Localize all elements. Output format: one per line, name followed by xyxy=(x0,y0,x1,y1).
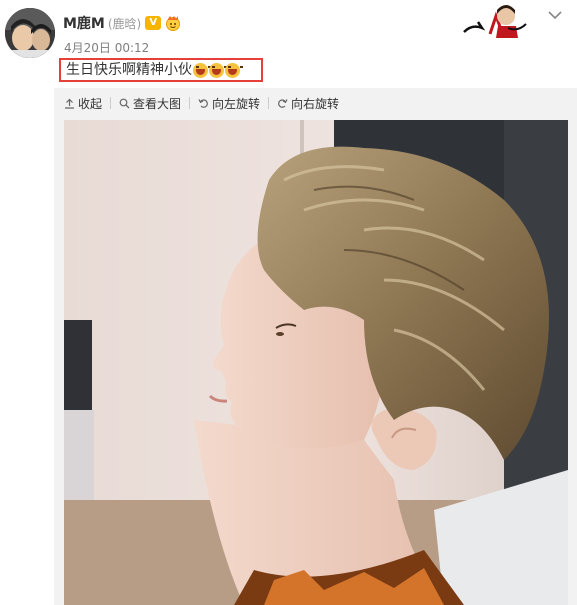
media-panel: 收起 查看大图 向左旋转 向右旋转 xyxy=(54,88,577,605)
chevron-down-icon[interactable] xyxy=(548,10,562,20)
rotate-right-icon xyxy=(278,98,288,108)
rotate-left-icon xyxy=(198,98,208,108)
post-text-content: 生日快乐啊精神小伙 xyxy=(66,62,192,78)
rotate-left-button[interactable]: 向左旋转 xyxy=(198,95,260,112)
verified-badge-icon[interactable]: V xyxy=(145,16,162,30)
user-remark: (鹿晗) xyxy=(107,16,142,31)
view-large-button[interactable]: 查看大图 xyxy=(119,95,181,112)
avatar[interactable] xyxy=(5,8,55,58)
collapse-button[interactable]: 收起 xyxy=(64,95,102,112)
username-link[interactable]: M鹿M xyxy=(63,13,105,33)
rotate-right-label: 向右旋转 xyxy=(291,96,340,111)
rotate-right-button[interactable]: 向右旋转 xyxy=(277,95,339,112)
media-toolbar: 收起 查看大图 向左旋转 向右旋转 xyxy=(64,95,347,111)
laughing-emoji-icon xyxy=(225,62,243,78)
post-text-highlighted: 生日快乐啊精神小伙 xyxy=(59,58,263,82)
post-timestamp[interactable]: 4月20日 00:12 xyxy=(64,39,149,56)
toolbar-divider xyxy=(268,97,270,109)
brand-logo-icon xyxy=(463,5,527,38)
toolbar-divider xyxy=(110,97,112,109)
fan-badge-icon[interactable] xyxy=(164,15,182,31)
rotate-left-label: 向左旋转 xyxy=(212,96,261,111)
post-photo[interactable] xyxy=(64,120,568,605)
collapse-label: 收起 xyxy=(78,96,103,111)
collapse-icon xyxy=(65,98,74,109)
magnifier-icon xyxy=(119,98,130,108)
view-large-label: 查看大图 xyxy=(133,96,182,111)
laughing-emoji-icon xyxy=(193,62,211,78)
laughing-emoji-icon xyxy=(209,62,227,78)
toolbar-divider xyxy=(189,97,191,109)
author-row: M鹿M (鹿晗) V xyxy=(63,13,182,33)
weibo-post: M鹿M (鹿晗) V 4月20日 00:12 生日快乐啊精神小伙 收起 查看大图… xyxy=(0,0,577,605)
